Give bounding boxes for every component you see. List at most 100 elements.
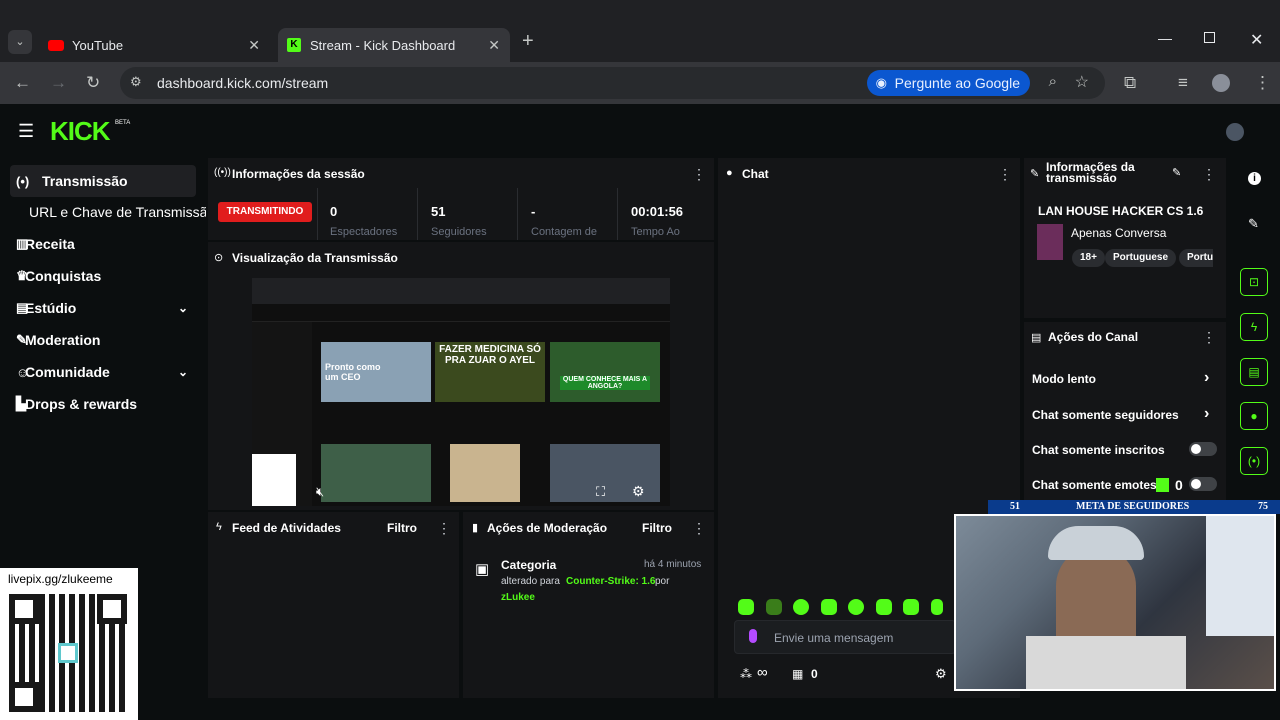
close-window-icon[interactable]: ✕ [1250, 30, 1263, 50]
zoom-search-icon[interactable]: ⌕ [1049, 73, 1057, 90]
info-icon[interactable]: i [1248, 172, 1261, 185]
count-value: - [531, 204, 536, 219]
chat-input[interactable]: Envie uma mensagem [734, 620, 956, 654]
points-value: 0 [811, 667, 818, 681]
lightning-icon[interactable]: ϟ [1240, 313, 1268, 341]
more-options-icon[interactable]: ⋮ [998, 166, 1012, 183]
webcam-overlay [954, 514, 1276, 691]
emote-icon[interactable] [738, 599, 754, 615]
sidebar-item-comunidade[interactable]: ☺ Comunidade ⌄ [0, 356, 196, 388]
emote-icon[interactable] [821, 599, 837, 615]
edit-icon[interactable]: ✎ [1248, 216, 1259, 232]
chevron-right-icon[interactable]: › [1204, 405, 1209, 423]
stream-preview-video[interactable]: Pronto como um CEO FAZER MEDICINA SÓ PRA… [252, 278, 670, 506]
category-icon: ▣ [475, 561, 490, 578]
user-avatar[interactable] [1226, 123, 1244, 141]
more-options-icon[interactable]: ⋮ [692, 166, 706, 183]
sidebar-item-receita[interactable]: ▥ Receita [0, 228, 196, 260]
tab-youtube[interactable]: YouTube ✕ [40, 28, 270, 62]
emote-icon[interactable] [903, 599, 919, 615]
capture-icon[interactable]: ⊡ [1240, 268, 1268, 296]
chat-settings-icon[interactable]: ⚙ [935, 666, 947, 682]
preview-thumb [321, 444, 431, 502]
tag-pill[interactable]: Portuguese [1105, 249, 1177, 267]
chat-bubble-icon[interactable]: ● [1240, 402, 1268, 430]
close-tab-icon[interactable]: ✕ [248, 37, 260, 54]
filter-button[interactable]: Filtro [387, 521, 417, 535]
bookmark-star-icon[interactable]: ☆ [1075, 72, 1089, 92]
chevron-right-icon[interactable]: › [1204, 369, 1209, 387]
emote-icon[interactable] [931, 599, 943, 615]
filter-button[interactable]: Filtro [642, 521, 672, 535]
sidebar-item-drops[interactable]: ▙ Drops & rewards [0, 388, 196, 420]
tab-label: YouTube [72, 37, 124, 53]
document-icon[interactable]: ▤ [1240, 358, 1268, 386]
chat-input-placeholder: Envie uma mensagem [774, 631, 894, 645]
webcam-shirt [1026, 636, 1186, 689]
category-name[interactable]: Apenas Conversa [1071, 226, 1166, 240]
emote-icon[interactable] [793, 599, 809, 615]
wrench-icon: ✎ [16, 332, 27, 347]
more-options-icon[interactable]: ⋮ [1202, 329, 1216, 346]
sidebar-item-url-key[interactable]: URL e Chave de Transmissão [0, 196, 206, 228]
browser-menu-icon[interactable]: ⋮ [1254, 73, 1271, 93]
ask-google-button[interactable]: ◉ Pergunte ao Google [866, 70, 1030, 96]
entry-user-link[interactable]: zLukee [501, 592, 535, 603]
youtube-icon [48, 39, 64, 51]
subscribers-only-toggle[interactable] [1189, 442, 1217, 456]
tab-label: Stream - Kick Dashboard [310, 37, 456, 53]
hamburger-menu-icon[interactable]: ☰ [18, 121, 34, 142]
settings-gear-icon[interactable]: ⚙ [632, 483, 645, 500]
preview-thumb-text: QUEM CONHECE MAIS A ANGOLA? [560, 376, 650, 390]
extensions-icon[interactable]: ⧉ [1124, 73, 1136, 93]
more-options-icon[interactable]: ⋮ [692, 520, 706, 537]
sidebar-item-conquistas[interactable]: ♛ Conquistas [0, 260, 196, 292]
back-icon[interactable]: ← [14, 73, 31, 93]
restore-icon[interactable] [1204, 32, 1215, 43]
chevron-down-icon[interactable]: ⌄ [178, 301, 188, 315]
panel-title: Chat [742, 167, 769, 181]
tag-pill[interactable]: 18+ [1072, 249, 1105, 267]
followers-only-row[interactable]: Chat somente seguidores › [1032, 405, 1222, 423]
new-tab-button[interactable]: + [522, 30, 534, 53]
tab-kick-dashboard[interactable]: K Stream - Kick Dashboard ✕ [278, 28, 510, 62]
panel-title: Ações de Moderação [487, 521, 608, 535]
broadcast-icon[interactable]: (•) [1240, 447, 1268, 475]
chevron-down-icon[interactable]: ⌄ [178, 365, 188, 379]
mute-icon[interactable]: 🔇︎ [316, 484, 324, 500]
preview-thumb: QUEM CONHECE MAIS A ANGOLA? [550, 342, 660, 402]
chart-icon: ▥ [16, 236, 29, 251]
kick-emote-icon [1156, 478, 1169, 492]
more-options-icon[interactable]: ⋮ [1202, 166, 1216, 183]
close-tab-icon[interactable]: ✕ [488, 37, 500, 54]
url-text[interactable]: dashboard.kick.com/stream [157, 75, 328, 91]
edit-pencil-icon[interactable]: ✎ [1172, 166, 1181, 179]
emote-icon[interactable] [766, 599, 782, 615]
minimize-icon[interactable]: — [1158, 30, 1172, 46]
fullscreen-icon[interactable]: ⛶ [596, 484, 605, 500]
sidebar-item-transmissao[interactable]: (•) Transmissão [10, 165, 196, 197]
gift-icon[interactable]: ▦ [792, 667, 803, 681]
sidebar-item-estudio[interactable]: ▤ Estúdio ⌄ [0, 292, 196, 324]
profile-avatar[interactable] [1212, 74, 1230, 92]
emote-icon[interactable] [848, 599, 864, 615]
kick-logo[interactable]: KICK [50, 116, 111, 147]
tab-search-button[interactable]: ⌄ [8, 30, 32, 54]
emote-icon[interactable] [876, 599, 892, 615]
more-options-icon[interactable]: ⋮ [437, 520, 451, 537]
slow-mode-row[interactable]: Modo lento › [1032, 369, 1222, 387]
sidebar-item-label: Comunidade [25, 364, 110, 380]
media-control-icon[interactable]: ≡ [1178, 73, 1188, 93]
site-info-icon[interactable]: ⚙ [130, 74, 142, 90]
tag-pill[interactable]: Portug [1179, 249, 1213, 267]
microphone-icon[interactable] [749, 629, 757, 643]
reload-icon[interactable]: ↻ [86, 73, 100, 93]
forward-icon[interactable]: → [50, 73, 67, 93]
sidebar-item-moderation[interactable]: ✎ Moderation [0, 324, 196, 356]
omnibox[interactable]: ⚙ dashboard.kick.com/stream ◉ Pergunte a… [120, 67, 1105, 99]
sidebar-item-label: Receita [25, 236, 75, 252]
follower-goal-overlay: 51 META DE SEGUIDORES 75 [988, 500, 1280, 514]
activity-feed-panel: ϟ Feed de Atividades Filtro ⋮ [208, 512, 459, 698]
emotes-only-toggle[interactable] [1189, 477, 1217, 491]
entry-category-link[interactable]: Counter-Strike: 1.6 [566, 576, 655, 587]
